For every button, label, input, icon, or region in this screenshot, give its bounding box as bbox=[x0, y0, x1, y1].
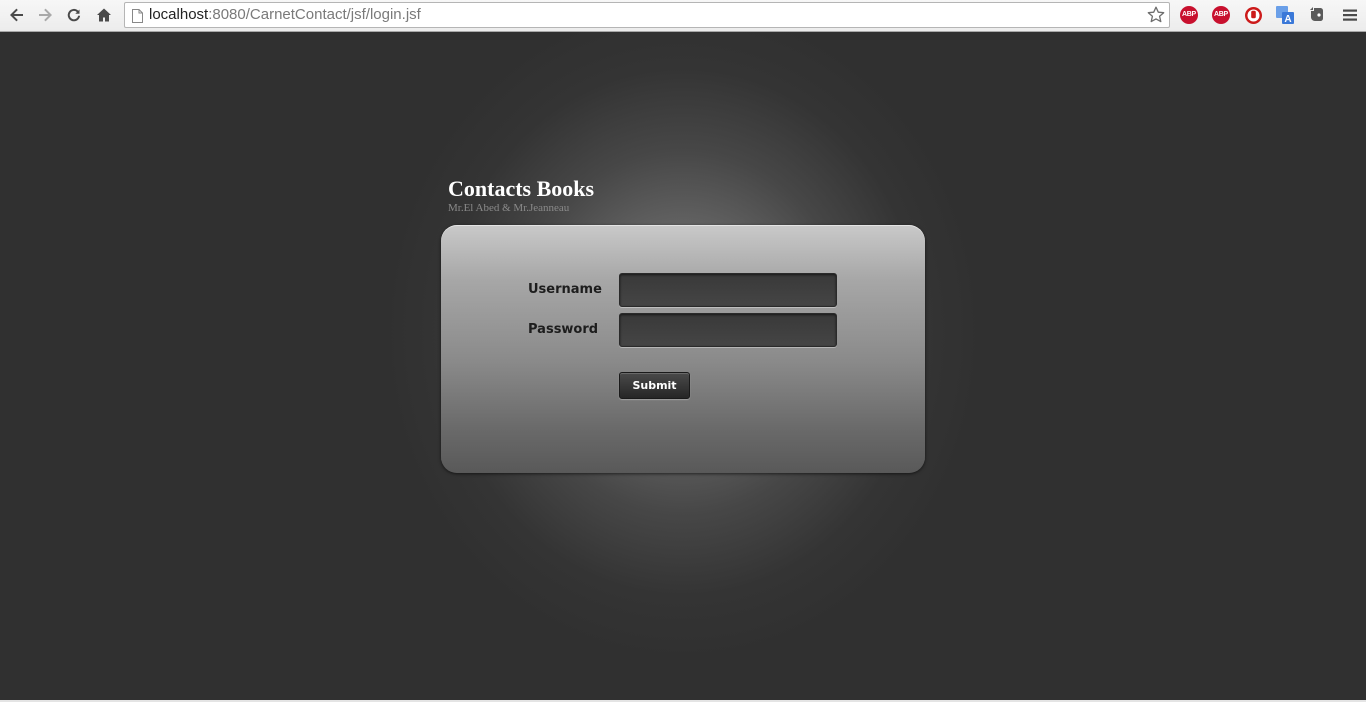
stop-hand-icon[interactable] bbox=[1243, 5, 1263, 25]
url-host: localhost bbox=[149, 6, 209, 23]
submit-button[interactable]: Submit bbox=[619, 372, 690, 399]
username-input[interactable] bbox=[619, 273, 837, 307]
page-title: Contacts Books bbox=[448, 176, 595, 201]
adblock-plus-icon[interactable]: ABP bbox=[1179, 5, 1199, 25]
browser-toolbar: localhost:8080/CarnetContact/jsf/login.j… bbox=[0, 0, 1366, 32]
url-text[interactable]: localhost:8080/CarnetContact/jsf/login.j… bbox=[149, 7, 421, 23]
adblock-plus-icon[interactable]: ABP bbox=[1211, 5, 1231, 25]
forward-arrow-icon[interactable] bbox=[33, 4, 57, 26]
back-arrow-icon[interactable] bbox=[5, 4, 29, 26]
password-input[interactable] bbox=[619, 313, 837, 347]
svg-text:A: A bbox=[1284, 14, 1291, 25]
page-body: Contacts Books Mr.El Abed & Mr.Jeanneau … bbox=[0, 32, 1366, 702]
address-bar[interactable]: localhost:8080/CarnetContact/jsf/login.j… bbox=[124, 2, 1170, 28]
bookmark-star-icon[interactable] bbox=[1146, 5, 1166, 29]
login-form: Username Password Submit bbox=[441, 225, 925, 473]
username-label: Username bbox=[528, 282, 602, 297]
home-icon[interactable] bbox=[92, 4, 116, 26]
page-icon bbox=[132, 8, 143, 27]
url-path: :8080/CarnetContact/jsf/login.jsf bbox=[208, 6, 421, 23]
menu-icon[interactable] bbox=[1338, 4, 1362, 26]
translate-icon[interactable]: A bbox=[1275, 5, 1295, 25]
password-label: Password bbox=[528, 322, 599, 337]
page-subtitle: Mr.El Abed & Mr.Jeanneau bbox=[448, 202, 570, 214]
evernote-icon[interactable] bbox=[1306, 5, 1326, 25]
reload-icon[interactable] bbox=[62, 4, 86, 26]
